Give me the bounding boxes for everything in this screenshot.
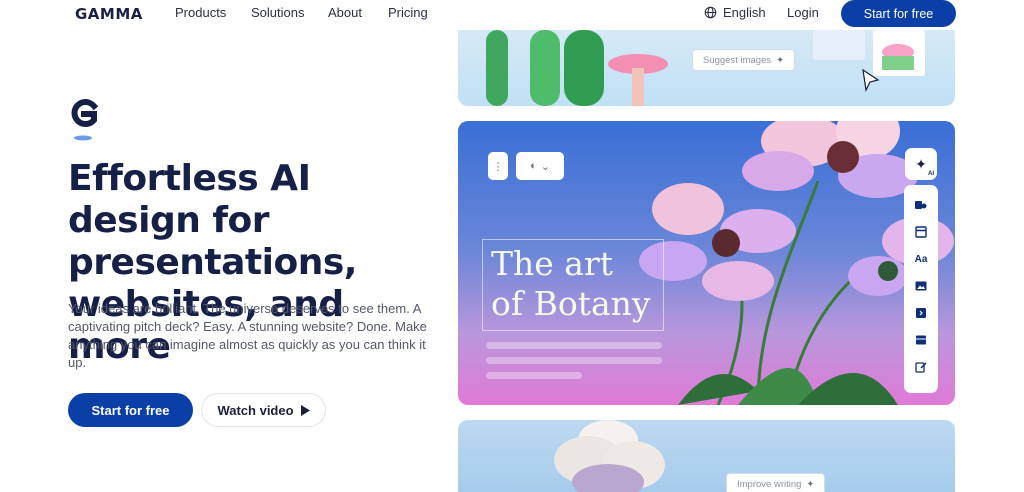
preview-card-bottom: Improve writing ✦ (458, 420, 955, 492)
placeholder-line (486, 342, 662, 349)
edit-icon (915, 362, 927, 373)
suggest-images-label: Suggest images (703, 54, 772, 66)
nav-link-products[interactable]: Products (175, 5, 226, 20)
palette-icon: ◐ (530, 160, 537, 172)
image-icon (915, 281, 927, 291)
placeholder-line (486, 372, 582, 379)
table-icon (916, 335, 926, 345)
toolbar-image-button[interactable] (913, 278, 929, 294)
hero-subcopy: Your ideas are brilliant. The universe d… (68, 301, 427, 370)
watch-video-button[interactable]: Watch video (201, 393, 326, 427)
toolbar-table-button[interactable] (913, 332, 929, 348)
ai-badge: AI (928, 171, 934, 177)
preview-card-top: Suggest images ✦ (458, 30, 955, 106)
gamma-g-icon (71, 99, 98, 141)
toolbar-embed-button[interactable] (913, 305, 929, 321)
language-label: English (723, 5, 766, 20)
language-selector[interactable]: English (704, 5, 766, 20)
ai-sparkle-icon: ✦ (915, 155, 927, 172)
improve-writing-pill[interactable]: Improve writing ✦ (726, 473, 826, 492)
gamma-logo[interactable]: GAMMA (75, 5, 143, 23)
ai-assistant-button[interactable]: ✦ AI (905, 148, 937, 180)
toolbar-layout-button[interactable] (913, 224, 929, 240)
vertical-dots-icon: ⋮ (492, 160, 504, 173)
cards-icon (915, 201, 927, 209)
chevron-down-icon: ⌄ (540, 160, 550, 173)
login-link[interactable]: Login (787, 5, 819, 20)
preview-card-main: ⋮ ◐ ⌄ The art of Botany ✦ AI Aa (458, 121, 955, 405)
insert-toolbar: Aa (904, 185, 938, 393)
sparkle-icon: ✦ (806, 478, 815, 490)
placeholder-line (486, 357, 662, 364)
layout-icon (915, 226, 927, 238)
nav-start-for-free-button[interactable]: Start for free (841, 0, 956, 27)
toolbar-cards-button[interactable] (913, 197, 929, 213)
cloud-illustration (554, 420, 665, 492)
more-options-button[interactable]: ⋮ (488, 152, 508, 180)
theme-picker-button[interactable]: ◐ ⌄ (516, 152, 564, 180)
watch-video-label: Watch video (217, 402, 294, 418)
suggest-images-pill[interactable]: Suggest images ✦ (692, 49, 796, 71)
nav-link-solutions[interactable]: Solutions (251, 5, 304, 20)
sparkle-icon: ✦ (776, 54, 785, 66)
embed-icon (916, 308, 926, 318)
slide-title-line-1: The art (491, 244, 613, 283)
nav-link-pricing[interactable]: Pricing (388, 5, 428, 20)
nav-link-about[interactable]: About (328, 5, 362, 20)
improve-writing-label: Improve writing (737, 478, 802, 490)
slide-title-line-2: of Botany (491, 284, 651, 323)
globe-icon (704, 6, 717, 19)
toolbar-edit-button[interactable] (913, 359, 929, 375)
toolbar-text-button[interactable]: Aa (913, 251, 929, 267)
slide-title-box[interactable]: The art of Botany (482, 239, 664, 331)
top-nav: GAMMA Products Solutions About Pricing E… (0, 0, 1024, 30)
play-icon (300, 404, 310, 416)
start-for-free-button[interactable]: Start for free (68, 393, 193, 427)
